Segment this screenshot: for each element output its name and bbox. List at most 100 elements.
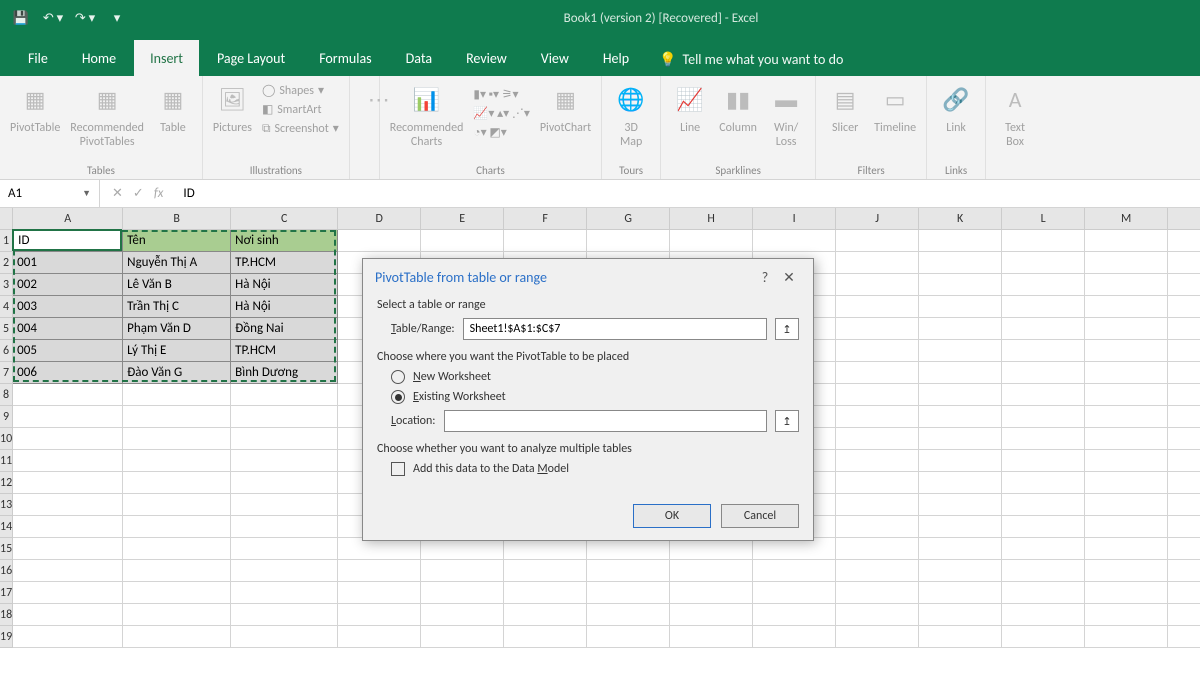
cell[interactable] bbox=[836, 296, 919, 318]
cell[interactable] bbox=[504, 538, 587, 560]
row-header-7[interactable]: 7 bbox=[0, 362, 13, 384]
checkbox-data-model[interactable] bbox=[391, 462, 405, 476]
cell[interactable] bbox=[1002, 340, 1085, 362]
cell[interactable] bbox=[836, 274, 919, 296]
cell[interactable] bbox=[1085, 582, 1168, 604]
row-header-11[interactable]: 11 bbox=[0, 450, 13, 472]
cell[interactable] bbox=[123, 538, 231, 560]
cell[interactable] bbox=[1002, 560, 1085, 582]
cell[interactable] bbox=[1085, 340, 1168, 362]
cell[interactable] bbox=[919, 362, 1002, 384]
cell[interactable] bbox=[13, 582, 123, 604]
cell[interactable] bbox=[587, 604, 670, 626]
cell[interactable] bbox=[836, 252, 919, 274]
cell[interactable] bbox=[123, 582, 231, 604]
cell[interactable] bbox=[1085, 472, 1168, 494]
undo-icon[interactable]: ↶ ▾ bbox=[40, 6, 66, 30]
cell[interactable] bbox=[1168, 318, 1200, 340]
cell[interactable]: 004 bbox=[13, 318, 123, 340]
cell[interactable] bbox=[836, 406, 919, 428]
cell[interactable]: Bình Dương bbox=[231, 362, 338, 384]
cell[interactable] bbox=[421, 626, 504, 648]
cell[interactable] bbox=[231, 406, 338, 428]
col-header-D[interactable]: D bbox=[338, 208, 421, 230]
cell[interactable] bbox=[1085, 296, 1168, 318]
cell[interactable] bbox=[421, 538, 504, 560]
cell[interactable] bbox=[919, 604, 1002, 626]
cell[interactable] bbox=[919, 384, 1002, 406]
cell[interactable] bbox=[123, 516, 231, 538]
tab-review[interactable]: Review bbox=[450, 40, 523, 76]
sparkline-line-button[interactable]: 📈Line bbox=[671, 82, 709, 136]
cell[interactable] bbox=[836, 318, 919, 340]
col-header-H[interactable]: H bbox=[670, 208, 753, 230]
cell[interactable] bbox=[1002, 274, 1085, 296]
cell[interactable]: Tên bbox=[123, 230, 231, 252]
location-input[interactable] bbox=[444, 410, 767, 432]
cell[interactable]: Phạm Văn D bbox=[123, 318, 231, 340]
cell[interactable] bbox=[1002, 428, 1085, 450]
radio-existing-worksheet[interactable] bbox=[391, 390, 405, 404]
enter-icon[interactable]: ✓ bbox=[133, 186, 144, 201]
cell[interactable] bbox=[504, 582, 587, 604]
row-header-10[interactable]: 10 bbox=[0, 428, 13, 450]
cell[interactable] bbox=[919, 582, 1002, 604]
cell[interactable]: Hà Nội bbox=[231, 274, 338, 296]
cell[interactable] bbox=[338, 538, 421, 560]
row-header-5[interactable]: 5 bbox=[0, 318, 13, 340]
cell[interactable]: Hà Nội bbox=[231, 296, 338, 318]
radio-new-worksheet[interactable] bbox=[391, 370, 405, 384]
cell[interactable] bbox=[1085, 274, 1168, 296]
cell[interactable] bbox=[13, 450, 123, 472]
cell[interactable] bbox=[504, 560, 587, 582]
cell[interactable] bbox=[504, 230, 587, 252]
cell[interactable] bbox=[13, 494, 123, 516]
cell[interactable] bbox=[1085, 384, 1168, 406]
cell[interactable] bbox=[670, 538, 753, 560]
cell[interactable] bbox=[1085, 362, 1168, 384]
cell[interactable] bbox=[123, 626, 231, 648]
fx-icon[interactable]: fx bbox=[154, 186, 164, 201]
cell[interactable] bbox=[231, 384, 338, 406]
cell[interactable] bbox=[919, 318, 1002, 340]
cell[interactable] bbox=[123, 472, 231, 494]
cell[interactable]: Nguyễn Thị A bbox=[123, 252, 231, 274]
row-header-3[interactable]: 3 bbox=[0, 274, 13, 296]
redo-icon[interactable]: ↷ ▾ bbox=[72, 6, 98, 30]
row-header-4[interactable]: 4 bbox=[0, 296, 13, 318]
dialog-titlebar[interactable]: PivotTable from table or range ? ✕ bbox=[363, 259, 813, 296]
cell[interactable] bbox=[587, 560, 670, 582]
cell[interactable] bbox=[836, 472, 919, 494]
tab-data[interactable]: Data bbox=[390, 40, 448, 76]
cell[interactable] bbox=[919, 560, 1002, 582]
cell[interactable] bbox=[13, 626, 123, 648]
cell[interactable] bbox=[1168, 516, 1200, 538]
cell[interactable] bbox=[1168, 450, 1200, 472]
chart-column-icon[interactable]: ▮▾ ▪▾ ⚞▾ bbox=[473, 86, 529, 104]
pictures-button[interactable]: 🖼Pictures bbox=[213, 82, 252, 136]
cell[interactable] bbox=[338, 582, 421, 604]
row-header-9[interactable]: 9 bbox=[0, 406, 13, 428]
cancel-icon[interactable]: ✕ bbox=[112, 186, 123, 201]
row-header-19[interactable]: 19 bbox=[0, 626, 13, 648]
shapes-button[interactable]: ◯Shapes ▾ bbox=[262, 82, 339, 100]
row-header-16[interactable]: 16 bbox=[0, 560, 13, 582]
cell[interactable] bbox=[123, 428, 231, 450]
col-header-M[interactable]: M bbox=[1085, 208, 1168, 230]
col-header-C[interactable]: C bbox=[231, 208, 338, 230]
cell[interactable]: 002 bbox=[13, 274, 123, 296]
row-header-15[interactable]: 15 bbox=[0, 538, 13, 560]
cell[interactable] bbox=[231, 604, 338, 626]
cell[interactable] bbox=[123, 384, 231, 406]
cell[interactable] bbox=[836, 230, 919, 252]
cell[interactable] bbox=[421, 560, 504, 582]
cell[interactable] bbox=[1002, 494, 1085, 516]
chart-other-icon[interactable]: ◔▾ ◩▾ bbox=[473, 124, 529, 142]
cell[interactable]: Đồng Nai bbox=[231, 318, 338, 340]
col-header-B[interactable]: B bbox=[123, 208, 231, 230]
cell[interactable] bbox=[231, 538, 338, 560]
cell[interactable] bbox=[919, 494, 1002, 516]
cell[interactable] bbox=[1085, 230, 1168, 252]
cell[interactable] bbox=[670, 230, 753, 252]
cell[interactable] bbox=[338, 604, 421, 626]
